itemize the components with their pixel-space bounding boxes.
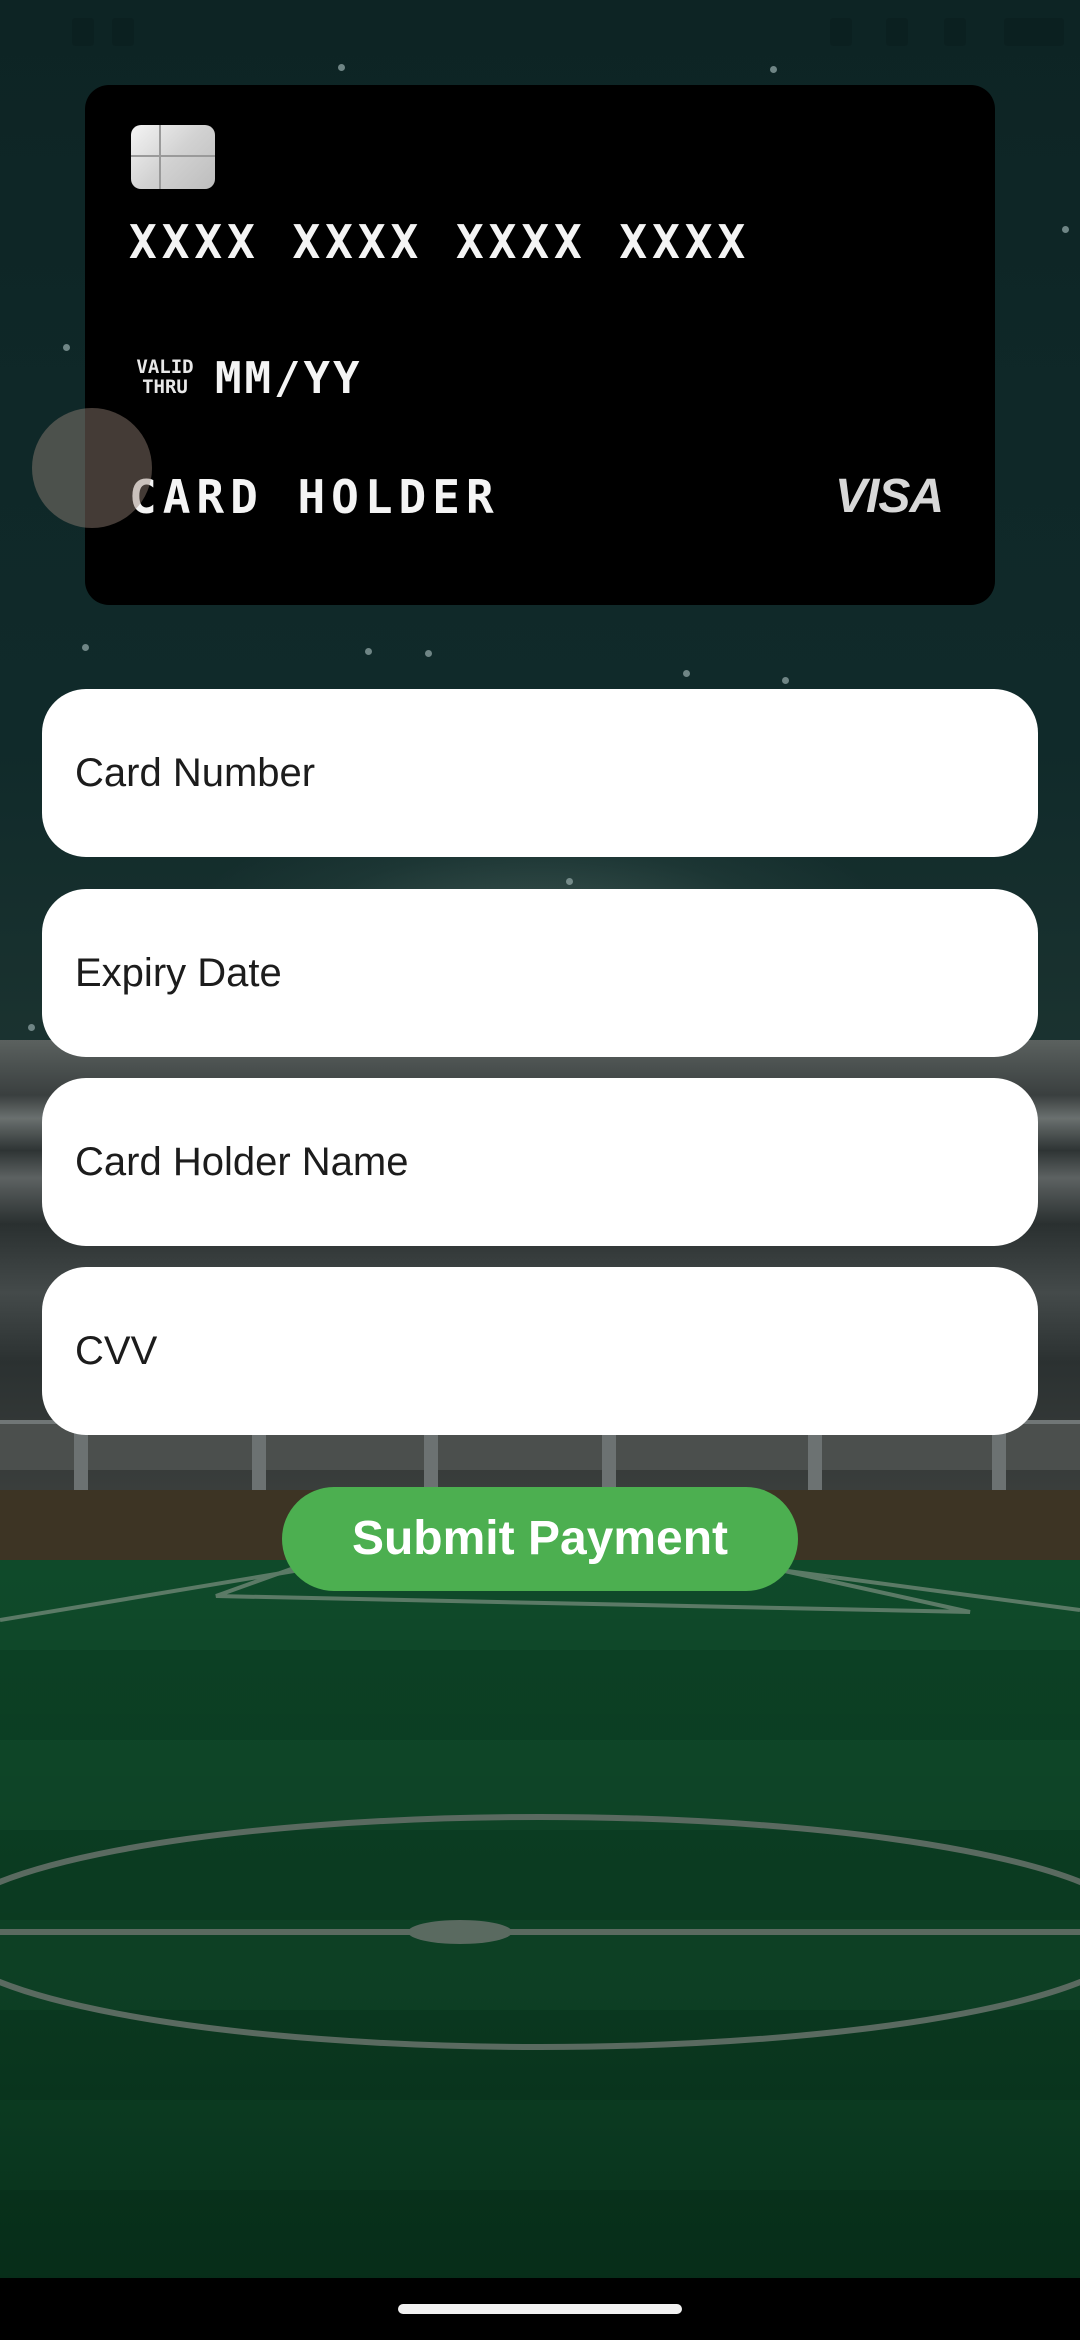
star [28, 1024, 35, 1031]
signal-icon [112, 18, 134, 46]
status-bar [0, 0, 1080, 60]
cvv-input[interactable] [42, 1267, 1038, 1435]
star [782, 677, 789, 684]
card-number-input[interactable] [42, 689, 1038, 857]
expiry-display: MM/YY [215, 353, 363, 404]
notification-icon [830, 18, 852, 46]
notification-icon [886, 18, 908, 46]
home-indicator[interactable] [398, 2304, 682, 2314]
shield-icon [944, 18, 966, 46]
star [425, 650, 432, 657]
star [63, 344, 70, 351]
visa-logo: VISA [834, 470, 944, 523]
valid-thru-label: VALID THRU [129, 357, 201, 397]
credit-card-preview: XXXX XXXX XXXX XXXX VALID THRU MM/YY CAR… [85, 85, 995, 605]
battery-icon [1004, 18, 1064, 46]
pitch-lines [0, 1565, 1080, 2050]
card-number-display: XXXX XXXX XXXX XXXX [129, 215, 751, 269]
star [365, 648, 372, 655]
valid-label-line: VALID [136, 356, 194, 378]
center-spot [408, 1920, 512, 1944]
card-holder-name-input[interactable] [42, 1078, 1038, 1246]
star [770, 66, 777, 73]
sim-icon [72, 18, 94, 46]
star [683, 670, 690, 677]
star [1062, 226, 1069, 233]
card-holder-display: CARD HOLDER [129, 470, 500, 524]
submit-payment-button[interactable]: Submit Payment [282, 1487, 798, 1591]
star [338, 64, 345, 71]
floating-overlay-bubble [32, 408, 152, 528]
expiry-date-input[interactable] [42, 889, 1038, 1057]
card-chip-icon [131, 125, 215, 189]
star [82, 644, 89, 651]
thru-label-line: THRU [142, 376, 188, 398]
